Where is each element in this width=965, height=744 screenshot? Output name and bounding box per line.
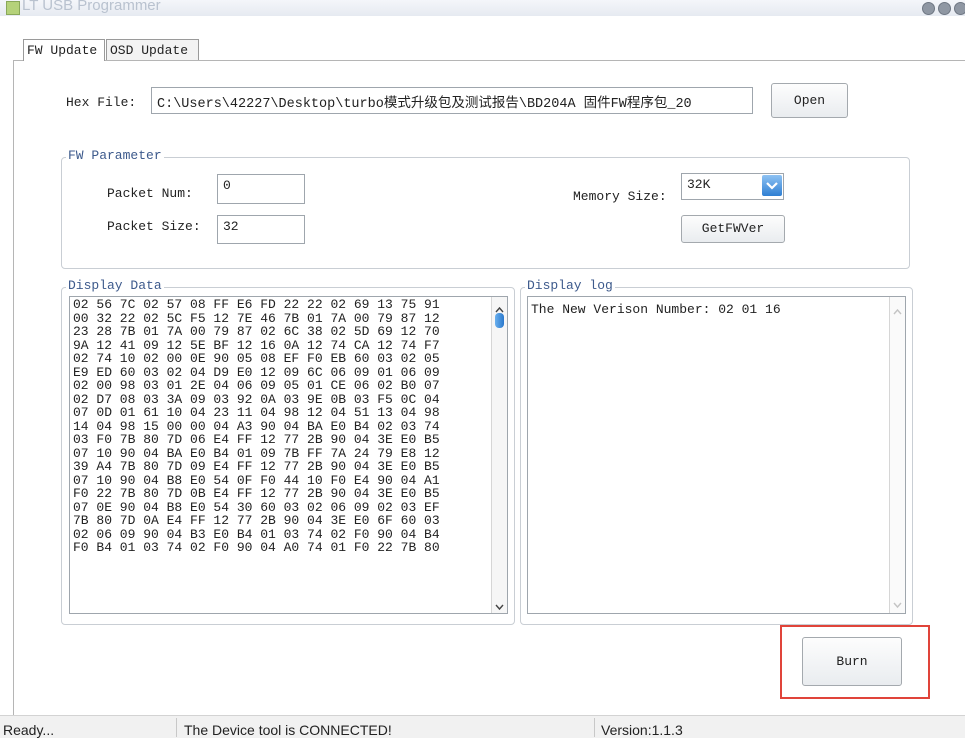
hex-line: 7B 80 7D 0A E4 FF 12 77 2B 90 04 3E E0 6… (73, 513, 440, 528)
display-log-scrollbar[interactable] (889, 297, 905, 613)
display-data-textarea[interactable]: 02 56 7C 02 57 08 FF E6 FD 22 22 02 69 1… (69, 296, 508, 614)
hex-line: 39 A4 7B 80 7D 09 E4 FF 12 77 2B 90 04 3… (73, 459, 440, 474)
log-text: The New Verison Number: 02 01 16 (531, 302, 781, 317)
hex-line: F0 22 7B 80 7D 0B E4 FF 12 77 2B 90 04 3… (73, 486, 440, 501)
hex-line: E9 ED 60 03 02 04 D9 E0 12 09 6C 06 09 0… (73, 364, 440, 380)
status-ready: Ready... (3, 722, 55, 738)
status-bar: Ready... The Device tool is CONNECTED! V… (0, 715, 965, 738)
scroll-down-icon[interactable] (892, 597, 903, 609)
hex-line: 02 D7 08 03 3A 09 03 92 0A 03 9E 0B 03 F… (73, 391, 440, 407)
app-icon (6, 1, 20, 15)
hex-line: 23 28 7B 01 7A 00 79 87 02 6C 38 02 5D 6… (73, 324, 440, 339)
hex-line: 02 56 7C 02 57 08 FF E6 FD 22 22 02 69 1… (73, 297, 440, 312)
status-version: Version:1.1.3 (601, 722, 683, 738)
display-data-scrollbar[interactable] (491, 297, 507, 613)
chevron-down-icon[interactable] (762, 175, 782, 196)
memory-size-label: Memory Size: (573, 189, 667, 204)
hex-line: 02 06 09 90 04 B3 E0 B4 01 03 74 02 F0 9… (73, 526, 440, 542)
tab-fw-update[interactable]: FW Update (23, 39, 105, 61)
packet-num-label: Packet Num: (107, 186, 193, 201)
display-data-title: Display Data (66, 278, 164, 293)
status-divider (594, 718, 595, 737)
hex-data-lines: 02 56 7C 02 57 08 FF E6 FD 22 22 02 69 1… (70, 298, 493, 555)
hex-file-label: Hex File: (66, 95, 137, 110)
scroll-up-icon[interactable] (892, 303, 903, 315)
fw-parameter-title: FW Parameter (66, 148, 164, 163)
status-divider (176, 718, 177, 737)
hex-line: 14 04 98 15 00 00 04 A3 90 04 BA E0 B4 0… (73, 418, 440, 434)
open-button[interactable]: Open (771, 83, 848, 118)
hex-line: 07 10 90 04 BA E0 B4 01 09 7B FF 7A 24 7… (73, 445, 440, 461)
hex-line: F0 B4 01 03 74 02 F0 90 04 A0 74 01 F0 2… (73, 540, 440, 555)
hex-line: 03 F0 7B 80 7D 06 E4 FF 12 77 2B 90 04 3… (73, 432, 440, 447)
hex-line: 9A 12 41 09 12 5E BF 12 16 0A 12 74 CA 1… (73, 337, 440, 353)
hex-line: 07 0D 01 61 10 04 23 11 04 98 12 04 51 1… (73, 405, 440, 420)
display-log-title: Display log (525, 278, 615, 293)
hex-file-path-field[interactable]: C:\Users\42227\Desktop\turbo模式升级包及测试报告\B… (151, 87, 753, 114)
getfwver-button[interactable]: GetFWVer (681, 215, 785, 243)
maximize-button[interactable] (938, 2, 951, 15)
minimize-button[interactable] (922, 2, 935, 15)
packet-num-field[interactable]: 0 (217, 174, 305, 204)
close-button[interactable] (954, 2, 965, 15)
scroll-thumb[interactable] (495, 313, 504, 328)
scroll-up-icon[interactable] (494, 301, 505, 313)
packet-size-label: Packet Size: (107, 219, 201, 234)
tab-osd-update[interactable]: OSD Update (106, 39, 199, 60)
hex-line: 07 0E 90 04 B8 E0 54 30 60 03 02 06 09 0… (73, 499, 440, 515)
scroll-down-icon[interactable] (494, 599, 505, 611)
status-device: The Device tool is CONNECTED! (184, 722, 392, 738)
hex-line: 07 10 90 04 B8 E0 54 0F F0 44 10 F0 E4 9… (73, 472, 440, 488)
memory-size-value: 32K (687, 177, 711, 192)
packet-size-field[interactable]: 32 (217, 215, 305, 244)
window-title: LT USB Programmer (22, 0, 161, 14)
hex-line: 02 00 98 03 01 2E 04 06 09 05 01 CE 06 0… (73, 378, 440, 393)
hex-line: 00 32 22 02 5C F5 12 7E 46 7B 01 7A 00 7… (73, 310, 440, 326)
display-log-textarea[interactable]: The New Verison Number: 02 01 16 (527, 296, 906, 614)
hex-line: 02 74 10 02 00 0E 90 05 08 EF F0 EB 60 0… (73, 351, 440, 366)
burn-button[interactable]: Burn (802, 637, 902, 686)
